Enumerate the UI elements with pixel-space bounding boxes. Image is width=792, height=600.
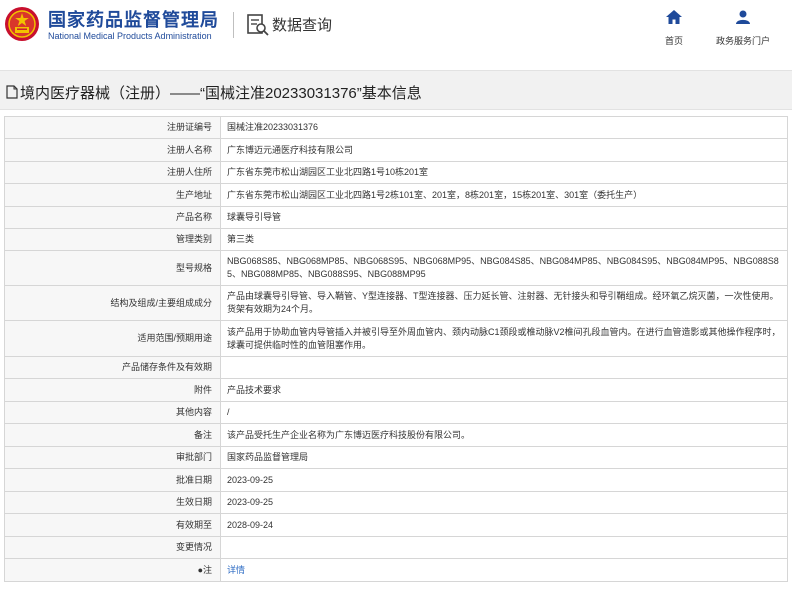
field-label: 有效期至 — [4, 513, 221, 537]
table-row: 批准日期 2023-09-25 — [4, 468, 788, 492]
table-row: 适用范围/预期用途 该产品用于协助血管内导管插入并被引导至外周血管内、颈内动脉C… — [4, 320, 788, 357]
table-row: 注册人住所 广东省东莞市松山湖园区工业北四路1号10栋201室 — [4, 161, 788, 184]
field-value: 第三类 — [220, 228, 788, 251]
field-label: 其他内容 — [4, 401, 221, 424]
field-label: 产品储存条件及有效期 — [4, 356, 221, 379]
field-label: 变更情况 — [4, 536, 221, 559]
table-row: ●注 详情 — [4, 558, 788, 582]
nav-home-label: 首页 — [664, 36, 683, 46]
field-label: 批准日期 — [4, 468, 221, 492]
field-label: 注册人名称 — [4, 138, 221, 162]
field-label: 附件 — [4, 378, 221, 402]
document-icon — [6, 85, 18, 99]
field-value: 该产品用于协助血管内导管插入并被引导至外周血管内、颈内动脉C1颈段或椎动脉V2椎… — [220, 320, 788, 357]
field-value — [220, 536, 788, 559]
field-value: 广东博迈元通医疗科技有限公司 — [220, 138, 788, 162]
field-value: 国家药品监督管理局 — [220, 446, 788, 469]
field-label: 结构及组成/主要组成成分 — [4, 285, 221, 321]
field-value — [220, 356, 788, 379]
header-divider — [233, 12, 234, 38]
user-icon — [736, 10, 750, 24]
field-label: 生效日期 — [4, 491, 221, 514]
home-icon — [666, 10, 682, 24]
table-row: 生产地址 广东省东莞市松山湖园区工业北四路1号2栋101室、201室，8栋201… — [4, 183, 788, 207]
table-row: 有效期至 2028-09-24 — [4, 513, 788, 537]
field-label: 适用范围/预期用途 — [4, 320, 221, 357]
details-link[interactable]: 详情 — [227, 565, 245, 575]
data-query-label[interactable]: 数据查询 — [272, 14, 332, 35]
nav-home-button[interactable]: 首页 — [658, 10, 690, 47]
table-row: 产品名称 球囊导引导管 — [4, 206, 788, 229]
field-value: 该产品受托生产企业名称为广东博迈医疗科技股份有限公司。 — [220, 423, 788, 447]
field-value: 广东省东莞市松山湖园区工业北四路1号10栋201室 — [220, 161, 788, 184]
field-label: 备注 — [4, 423, 221, 447]
field-value: 详情 — [220, 558, 788, 582]
data-query-icon — [247, 14, 269, 36]
field-label: 注册证编号 — [4, 116, 221, 139]
title-bar: 境内医疗器械（注册）——“国械注准20233031376”基本信息 — [0, 70, 792, 110]
table-row: 备注 该产品受托生产企业名称为广东博迈医疗科技股份有限公司。 — [4, 423, 788, 447]
field-value: 产品由球囊导引导管、导入鞘管、Y型连接器、T型连接器、压力延长管、注射器、无针接… — [220, 285, 788, 321]
field-value: NBG068S85、NBG068MP85、NBG068S95、NBG068MP9… — [220, 250, 788, 286]
table-row: 附件 产品技术要求 — [4, 378, 788, 402]
field-value: 2023-09-25 — [220, 491, 788, 514]
page-title: 境内医疗器械（注册）——“国械注准20233031376”基本信息 — [20, 85, 422, 102]
field-label: 注册人住所 — [4, 161, 221, 184]
field-label: 管理类别 — [4, 228, 221, 251]
table-row: 产品储存条件及有效期 — [4, 356, 788, 379]
field-value: 广东省东莞市松山湖园区工业北四路1号2栋101室、201室，8栋201室，15栋… — [220, 183, 788, 207]
field-value: 2023-09-25 — [220, 468, 788, 492]
device-info-table: 注册证编号 国械注准20233031376 注册人名称 广东博迈元通医疗科技有限… — [4, 116, 788, 582]
table-row: 生效日期 2023-09-25 — [4, 491, 788, 514]
national-emblem-icon — [5, 7, 39, 41]
field-value: 球囊导引导管 — [220, 206, 788, 229]
field-label: 产品名称 — [4, 206, 221, 229]
table-row: 注册人名称 广东博迈元通医疗科技有限公司 — [4, 138, 788, 162]
table-row: 型号规格 NBG068S85、NBG068MP85、NBG068S95、NBG0… — [4, 250, 788, 286]
table-row: 审批部门 国家药品监督管理局 — [4, 446, 788, 469]
field-value: 产品技术要求 — [220, 378, 788, 402]
field-label: 型号规格 — [4, 250, 221, 286]
table-row: 注册证编号 国械注准20233031376 — [4, 116, 788, 139]
site-subtitle: National Medical Products Administration — [48, 31, 212, 41]
table-row: 变更情况 — [4, 536, 788, 559]
field-label: 审批部门 — [4, 446, 221, 469]
nav-portal-button[interactable]: 政务服务门户 — [708, 10, 778, 47]
field-value: 2028-09-24 — [220, 513, 788, 537]
field-label: 生产地址 — [4, 183, 221, 207]
field-label: ●注 — [4, 558, 221, 582]
site-title[interactable]: 国家药品监督管理局 — [48, 6, 219, 32]
nav-portal-label: 政务服务门户 — [715, 36, 770, 46]
table-row: 其他内容 / — [4, 401, 788, 424]
site-header: 国家药品监督管理局 National Medical Products Admi… — [0, 0, 792, 60]
field-value: / — [220, 401, 788, 424]
field-value: 国械注准20233031376 — [220, 116, 788, 139]
table-row: 管理类别 第三类 — [4, 228, 788, 251]
table-row: 结构及组成/主要组成成分 产品由球囊导引导管、导入鞘管、Y型连接器、T型连接器、… — [4, 285, 788, 321]
